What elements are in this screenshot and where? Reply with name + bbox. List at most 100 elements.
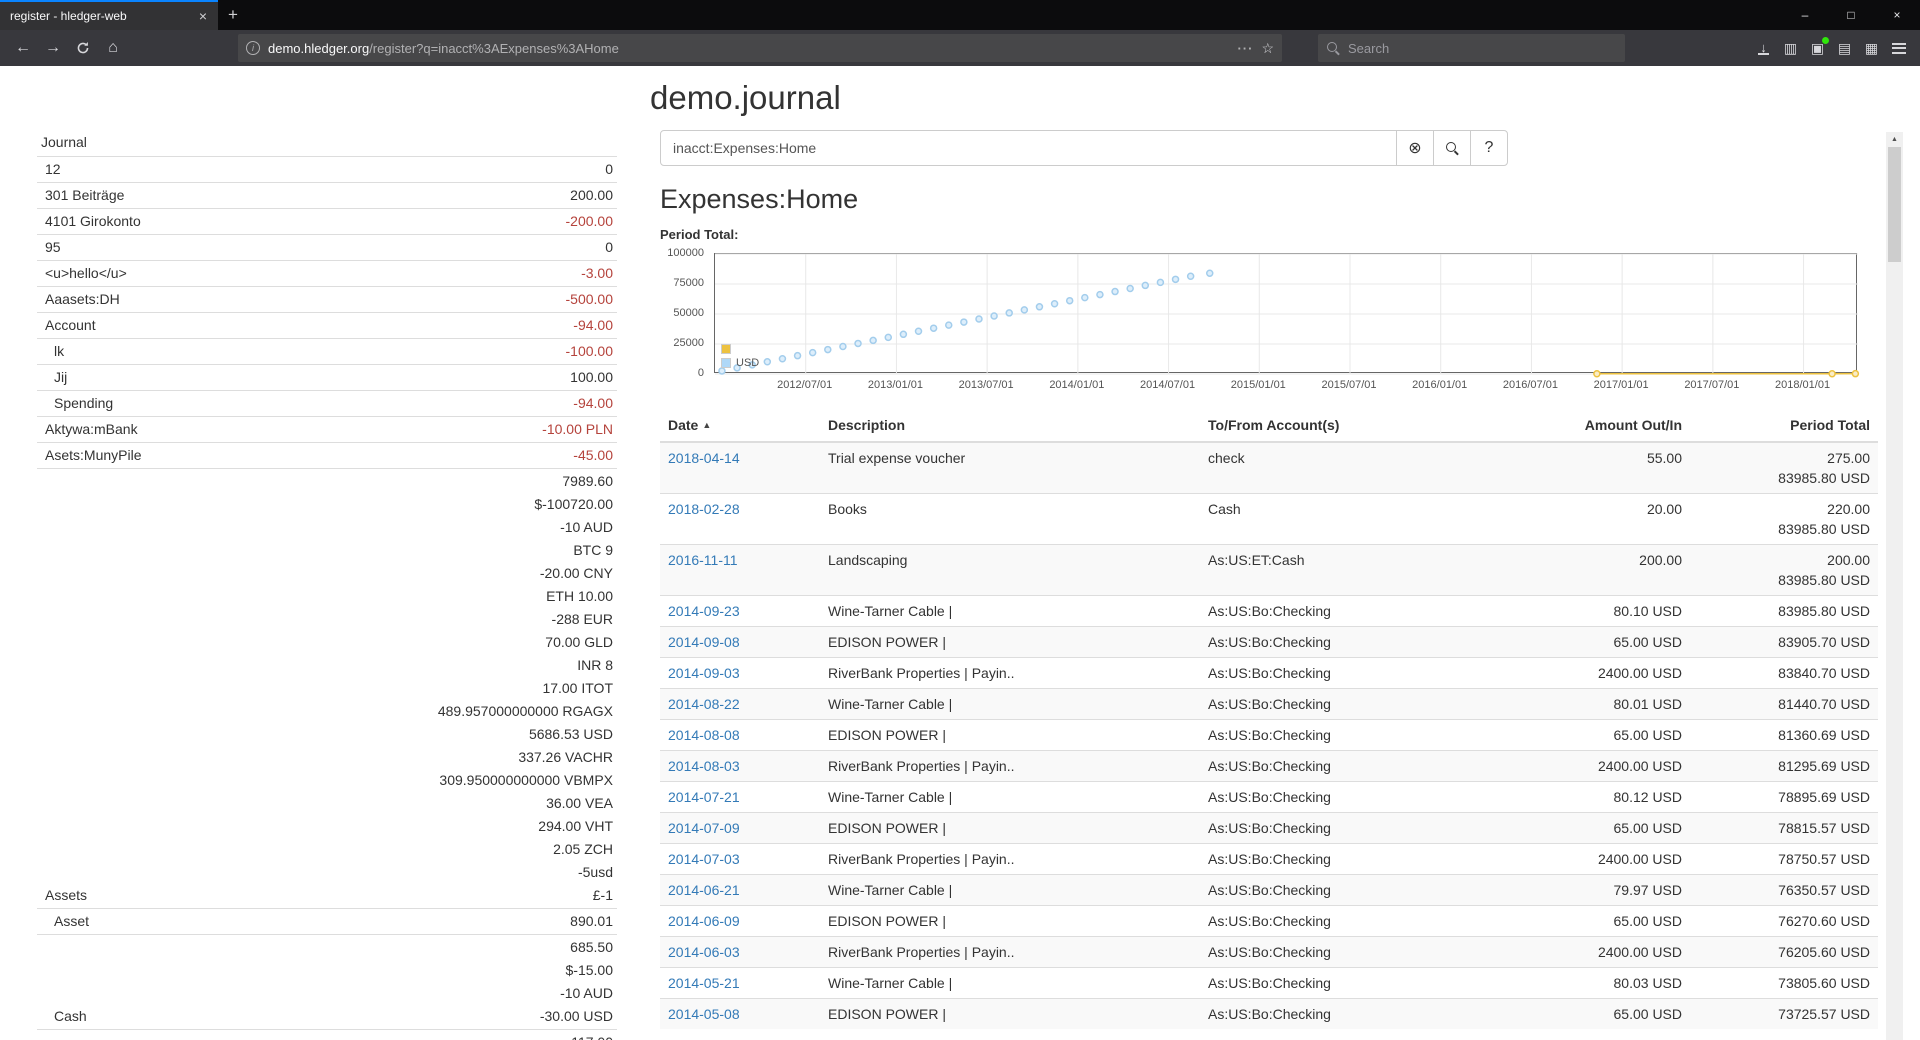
transaction-date-link[interactable]: 2014-06-09 <box>668 913 740 929</box>
sidebar-account-link[interactable]: Aktywa:mBank <box>41 418 138 441</box>
forward-icon[interactable]: → <box>38 34 68 62</box>
new-tab-button[interactable]: + <box>218 0 248 30</box>
reader-icon[interactable]: ▤ <box>1831 35 1858 61</box>
transaction-date-link[interactable]: 2014-09-03 <box>668 665 740 681</box>
window-close-icon[interactable]: × <box>1874 0 1920 30</box>
account-balance: -5usd <box>438 861 613 884</box>
search-button[interactable] <box>1433 130 1471 166</box>
apps-icon[interactable]: ▦ <box>1858 35 1885 61</box>
sidebar-account-row: 301 Beiträge 200.00 <box>37 183 617 209</box>
transaction-date-cell: 2014-06-03 <box>660 937 820 968</box>
url-bar[interactable]: i demo.hledger.org/register?q=inacct%3AE… <box>238 34 1282 62</box>
page-title[interactable]: demo.journal <box>650 79 1882 117</box>
account-balance: 200.00 <box>570 184 613 207</box>
account-balance: 70.00 GLD <box>438 631 613 654</box>
sidebar-account-link[interactable]: <u>hello</u> <box>41 262 127 285</box>
account-balance: -117.00 <box>567 1031 613 1040</box>
transaction-date-link[interactable]: 2014-06-21 <box>668 882 740 898</box>
transaction-date-link[interactable]: 2014-06-03 <box>668 944 740 960</box>
transaction-date-link[interactable]: 2014-09-08 <box>668 634 740 650</box>
site-info-icon[interactable]: i <box>246 41 260 55</box>
transaction-description: EDISON POWER | <box>820 720 1200 751</box>
sidebar-account-link[interactable]: Cash <box>41 1005 87 1028</box>
sidebar-account-link[interactable]: Assets <box>41 884 87 907</box>
sidebar-account-link[interactable]: 301 Beiträge <box>41 184 124 207</box>
scrollbar-up-arrow[interactable]: ▲ <box>1886 132 1903 147</box>
tab-close-icon[interactable]: × <box>194 8 212 24</box>
extension-icon[interactable]: ▣ <box>1804 35 1831 61</box>
transaction-date-link[interactable]: 2014-08-03 <box>668 758 740 774</box>
sidebar: Journal 120301 Beiträge200.004101 Giroko… <box>37 128 617 1040</box>
transaction-account: As:US:ET:Cash <box>1200 545 1480 596</box>
transaction-date-link[interactable]: 2018-04-14 <box>668 450 740 466</box>
transaction-date-link[interactable]: 2014-07-09 <box>668 820 740 836</box>
column-header-amount[interactable]: Amount Out/In <box>1480 409 1690 442</box>
account-balance: 294.00 VHT <box>438 815 613 838</box>
sidebar-account-link[interactable]: Asset <box>41 910 89 933</box>
transaction-account: As:US:Bo:Checking <box>1200 596 1480 627</box>
account-balances: -45.00 <box>573 444 613 467</box>
transaction-date-link[interactable]: 2016-11-11 <box>668 552 738 568</box>
period-total-line: 83985.80 USD <box>1698 570 1870 590</box>
sidebar-account-link[interactable]: 12 <box>41 158 61 181</box>
search-icon <box>1446 142 1459 155</box>
bookmark-star-icon[interactable]: ☆ <box>1261 40 1274 57</box>
chart-plot-area: USD <box>714 253 1857 373</box>
transaction-period-total: 78815.57 USD <box>1690 813 1878 844</box>
scrollbar-thumb[interactable] <box>1888 147 1901 262</box>
sidebar-account-link[interactable]: Spending <box>41 392 113 415</box>
transaction-date-link[interactable]: 2014-08-22 <box>668 696 740 712</box>
transaction-amount: 80.12 USD <box>1480 782 1690 813</box>
page-actions-icon[interactable]: ··· <box>1237 41 1253 56</box>
sidebar-account-link[interactable]: 4101 Girokonto <box>41 210 141 233</box>
sidebar-account-link[interactable]: 95 <box>41 236 61 259</box>
sidebar-account-link[interactable]: Asets:MunyPile <box>41 444 141 467</box>
transaction-period-total: 275.0083985.80 USD <box>1690 442 1878 494</box>
transaction-date-link[interactable]: 2014-07-03 <box>668 851 740 867</box>
sidebar-account-link[interactable]: lk <box>41 340 64 363</box>
transaction-date-link[interactable]: 2018-02-28 <box>668 501 740 517</box>
column-header-description[interactable]: Description <box>820 409 1200 442</box>
transaction-period-total: 220.0083985.80 USD <box>1690 494 1878 545</box>
sidebar-account-row: Account-94.00 <box>37 313 617 339</box>
query-input[interactable] <box>660 130 1397 166</box>
clear-query-button[interactable]: ⊗ <box>1396 130 1434 166</box>
period-total-line: 220.00 <box>1698 499 1870 519</box>
legend-label: USD <box>736 357 759 369</box>
extension-badge <box>1822 37 1829 44</box>
column-header-period-total[interactable]: Period Total <box>1690 409 1878 442</box>
browser-tab-active[interactable]: register - hledger-web × <box>0 0 218 30</box>
transaction-date-link[interactable]: 2014-09-23 <box>668 603 740 619</box>
browser-search-input[interactable]: Search <box>1318 34 1625 62</box>
window-minimize-icon[interactable]: – <box>1782 0 1828 30</box>
reload-icon[interactable] <box>68 34 98 62</box>
sidebar-account-link[interactable]: Account <box>41 314 96 337</box>
transaction-date-cell: 2014-07-03 <box>660 844 820 875</box>
sort-ascending-icon: ▲ <box>702 420 711 430</box>
column-header-date[interactable]: Date▲ <box>660 409 820 442</box>
period-total-line: 83905.70 USD <box>1698 632 1870 652</box>
sidebar-account-row: Aaasets:DH-500.00 <box>37 287 617 313</box>
toolbar-icons: ↓ ▥ ▣ ▤ ▦ <box>1750 35 1912 61</box>
transaction-date-link[interactable]: 2014-08-08 <box>668 727 740 743</box>
transaction-date-link[interactable]: 2014-05-21 <box>668 975 740 991</box>
menu-icon[interactable] <box>1885 35 1912 61</box>
back-icon[interactable]: ← <box>8 34 38 62</box>
transaction-amount: 2400.00 USD <box>1480 844 1690 875</box>
window-restore-icon[interactable]: □ <box>1828 0 1874 30</box>
downloads-icon[interactable]: ↓ <box>1750 35 1777 61</box>
account-balance: 17.00 ITOT <box>438 677 613 700</box>
chart-x-tick-label: 2015/01/01 <box>1213 379 1303 391</box>
column-header-account[interactable]: To/From Account(s) <box>1200 409 1480 442</box>
library-icon[interactable]: ▥ <box>1777 35 1804 61</box>
page-scrollbar[interactable]: ▲ ▼ <box>1886 132 1903 1040</box>
sidebar-journal-link[interactable]: Journal <box>37 128 617 156</box>
transaction-date-link[interactable]: 2014-05-08 <box>668 1006 740 1022</box>
sidebar-account-link[interactable]: Jij <box>41 366 67 389</box>
sidebar-account-link[interactable]: Aaasets:DH <box>41 288 120 311</box>
help-button[interactable]: ? <box>1470 130 1508 166</box>
chart-legend: USD <box>721 342 759 370</box>
transaction-date-link[interactable]: 2014-07-21 <box>668 789 740 805</box>
account-balance: BTC 9 <box>438 539 613 562</box>
home-icon[interactable]: ⌂ <box>98 34 128 62</box>
